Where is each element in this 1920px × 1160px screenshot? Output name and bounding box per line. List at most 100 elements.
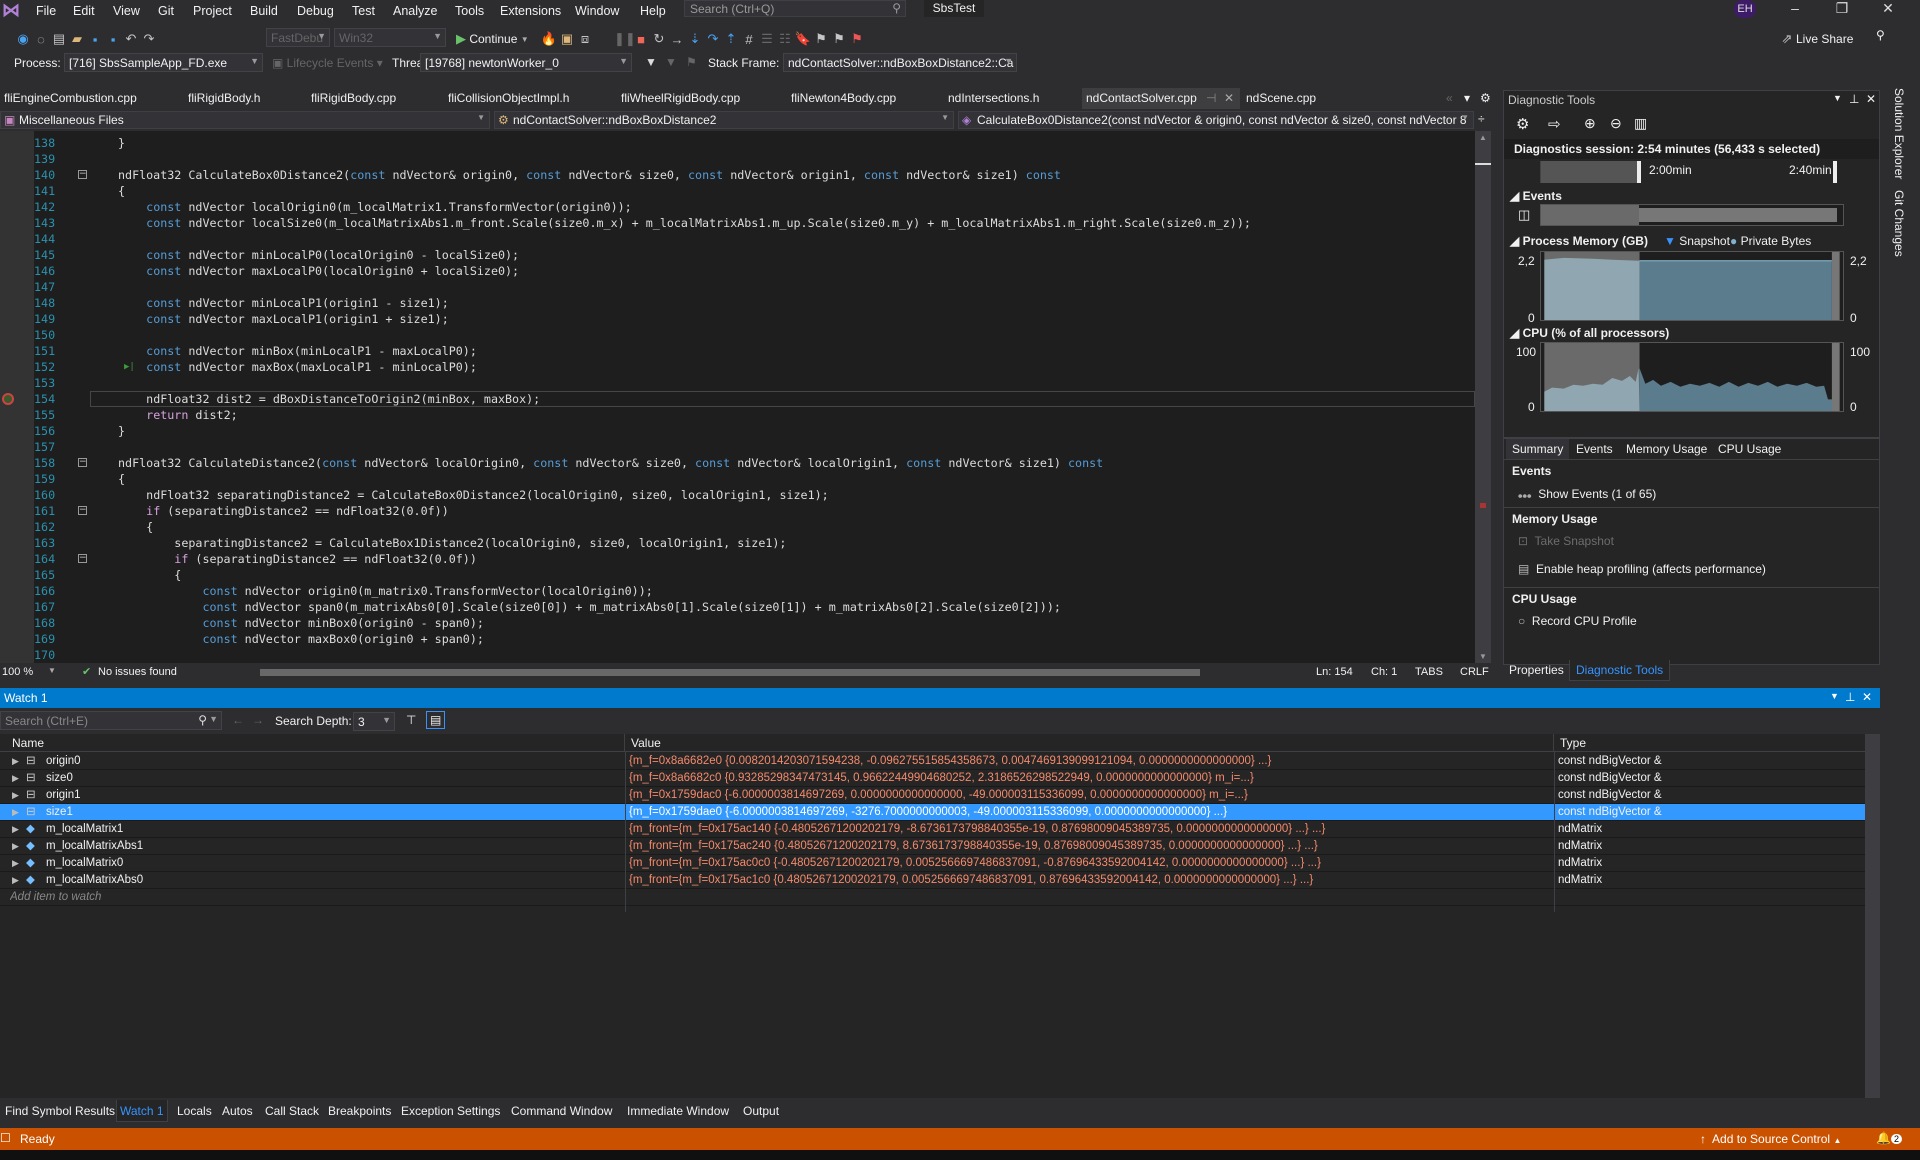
zoom-select[interactable]: 100 % <box>2 666 33 678</box>
prev-bookmark-icon[interactable]: ⚑ <box>812 31 830 47</box>
filter-pin-icon[interactable]: ⊤ <box>406 713 416 727</box>
watch-value[interactable]: {m_front={m_f=0x175ac240 {0.480526712002… <box>629 838 1549 854</box>
tab-ndIntersections-h[interactable]: ndIntersections.h <box>944 88 1043 109</box>
fold-toggle-icon[interactable]: − <box>78 554 87 563</box>
thread-select[interactable]: [19768] newtonWorker_0 ▼ <box>420 53 632 72</box>
code-line[interactable]: 140 − ndFloat32 CalculateBox0Distance2(con… <box>0 167 1475 183</box>
notifications-button[interactable]: 🔔 2 <box>1876 1131 1902 1145</box>
scope-dropdown[interactable]: ⚙ ndContactSolver::ndBoxBoxDistance2 ▼ <box>494 111 954 129</box>
events-track[interactable] <box>1540 204 1844 226</box>
code-line[interactable]: 159 { <box>0 471 1475 487</box>
code-line[interactable]: 164 − if (separatingDistance2 == ndFloat3… <box>0 551 1475 567</box>
scroll-up-icon[interactable]: ▲ <box>1479 133 1487 142</box>
expand-arrow-icon[interactable]: ▶ <box>12 787 19 803</box>
redo-icon[interactable]: ↷ <box>140 31 158 47</box>
code-line[interactable]: 167 const ndVector span0(m_matrixAbs0[0]… <box>0 599 1475 615</box>
tab-fliEngineCombustion-cpp[interactable]: fliEngineCombustion.cpp <box>0 88 141 109</box>
menu-edit[interactable]: Edit <box>73 4 95 18</box>
window-menu-icon[interactable]: ▼ <box>1830 691 1839 701</box>
tab-exception-settings[interactable]: Exception Settings <box>398 1100 503 1122</box>
menu-file[interactable]: File <box>36 4 56 18</box>
code-line[interactable]: 151 const ndVector minBox(minLocalP1 - m… <box>0 343 1475 359</box>
process-memory-chart[interactable] <box>1540 251 1844 321</box>
code-line[interactable]: 157 <box>0 439 1475 455</box>
breakpoint-current-icon[interactable] <box>2 393 14 405</box>
watch-name[interactable]: m_localMatrixAbs1 <box>46 838 143 854</box>
selection-start-handle[interactable] <box>1637 161 1641 183</box>
tab-watch-1[interactable]: Watch 1 <box>116 1100 168 1122</box>
code-line[interactable]: 155 return dist2; <box>0 407 1475 423</box>
settings-icon[interactable]: ⚙ <box>1476 88 1495 109</box>
code-editor[interactable]: 138} 139 140− ndFloat32 CalculateBox0Distan… <box>0 131 1475 663</box>
chart-options-icon[interactable]: ▥ <box>1634 115 1647 132</box>
tab-events[interactable]: Events <box>1570 439 1619 459</box>
stop-icon[interactable]: ■ <box>632 32 650 47</box>
forward-icon[interactable]: ◌ <box>32 32 50 47</box>
menu-view[interactable]: View <box>113 4 140 18</box>
zoom-in-icon[interactable]: ⊕ <box>1584 115 1596 132</box>
pin-icon[interactable]: ⊥ <box>1845 690 1855 704</box>
menu-build[interactable]: Build <box>250 4 278 18</box>
fold-toggle-icon[interactable]: − <box>78 458 87 467</box>
watch-value[interactable]: {m_f=0x8a6682c0 {0.93285298347473145, 0.… <box>629 770 1549 786</box>
menu-git[interactable]: Git <box>158 4 174 18</box>
pause-icon[interactable]: ❚❚ <box>614 31 636 47</box>
watch-row[interactable]: ▶ ◆ m_localMatrixAbs1 {m_front={m_f=0x175ac… <box>0 838 1865 855</box>
live-share-button[interactable]: ⇗ Live Share <box>1778 28 1854 50</box>
menu-debug[interactable]: Debug <box>297 4 334 18</box>
tab-locals[interactable]: Locals <box>174 1100 215 1122</box>
step-into-icon[interactable]: ⇣ <box>686 31 704 47</box>
tab-ndContactSolver-cpp[interactable]: ndContactSolver.cpp ⊣ ✕ <box>1082 88 1240 109</box>
expand-arrow-icon[interactable]: ▶ <box>12 855 19 871</box>
global-search-input[interactable]: Search (Ctrl+Q) ⚲ <box>684 0 906 17</box>
step-out-icon[interactable]: ⇡ <box>722 31 740 47</box>
close-window-icon[interactable]: ✕ <box>1868 0 1908 18</box>
take-snapshot-button[interactable]: ⊡ Take Snapshot <box>1518 534 1614 548</box>
watch-name[interactable]: size1 <box>46 804 73 820</box>
code-line[interactable]: 138} <box>0 135 1475 151</box>
next-bookmark-icon[interactable]: ⚑ <box>830 31 848 47</box>
restore-icon[interactable]: ❐ <box>1822 0 1862 18</box>
code-line[interactable]: 166 const ndVector origin0(m_matrix0.Tra… <box>0 583 1475 599</box>
line-ending-indicator[interactable]: CRLF <box>1460 666 1489 678</box>
record-cpu-profile-button[interactable]: ○ Record CPU Profile <box>1518 614 1637 628</box>
code-line[interactable]: 146 const ndVector maxLocalP0(localOrigi… <box>0 263 1475 279</box>
watch-value[interactable]: {m_f=0x8a6682e0 {0.0082014203071594238, … <box>629 753 1549 769</box>
code-line[interactable]: 170 <box>0 647 1475 663</box>
expand-arrow-icon[interactable]: ▶ <box>12 821 19 837</box>
tab-find-symbol-results[interactable]: Find Symbol Results <box>2 1100 118 1122</box>
scroll-thumb[interactable] <box>260 669 1200 676</box>
add-to-source-control-button[interactable]: ↑ Add to Source Control ▲ <box>1700 1132 1841 1146</box>
watch-value[interactable]: {m_front={m_f=0x175ac1c0 {0.480526712002… <box>629 872 1549 888</box>
step-over-icon[interactable]: ↷ <box>704 31 722 47</box>
code-line[interactable]: 148 const ndVector minLocalP1(origin1 - … <box>0 295 1475 311</box>
watch-name[interactable]: origin0 <box>46 753 81 769</box>
watch-name[interactable]: origin1 <box>46 787 81 803</box>
watch-name[interactable]: m_localMatrix1 <box>46 821 123 837</box>
find-file-icon[interactable]: ▣ <box>558 31 576 47</box>
process-select[interactable]: [716] SbsSampleApp_FD.exe ▼ <box>64 53 263 72</box>
show-next-statement-icon[interactable]: → <box>668 32 686 47</box>
uncomment-icon[interactable]: ☷ <box>776 31 794 47</box>
tab-diagnostic-tools[interactable]: Diagnostic Tools <box>1569 660 1671 681</box>
forward-arrow-icon[interactable]: → <box>252 713 264 727</box>
fold-toggle-icon[interactable]: − <box>78 170 87 179</box>
user-avatar[interactable]: EH <box>1734 0 1756 18</box>
column-divider[interactable] <box>625 752 626 912</box>
tab-call-stack[interactable]: Call Stack <box>262 1100 322 1122</box>
code-line[interactable]: 145 const ndVector minLocalP0(localOrigi… <box>0 247 1475 263</box>
watch-name[interactable]: m_localMatrix0 <box>46 855 123 871</box>
add-watch-row[interactable]: Add item to watch <box>0 889 1865 906</box>
platform-select[interactable]: Win32 ▼ <box>334 28 446 47</box>
watch-value[interactable]: {m_front={m_f=0x175ac0c0 {-0.48052671200… <box>629 855 1549 871</box>
watch-search-input[interactable]: Search (Ctrl+E) ⚲ ▼ <box>0 711 222 730</box>
watch-vertical-scrollbar[interactable] <box>1865 734 1880 1098</box>
code-line[interactable]: 163 separatingDistance2 = CalculateBox1D… <box>0 535 1475 551</box>
tab-fliCollisionObjectImpl-h[interactable]: fliCollisionObjectImpl.h <box>444 88 573 109</box>
bookmark-icon[interactable]: 🔖 <box>794 31 812 47</box>
close-watch-icon[interactable]: ✕ <box>1862 690 1872 704</box>
code-line[interactable]: 150 <box>0 327 1475 343</box>
code-line[interactable]: 139 <box>0 151 1475 167</box>
fold-toggle-icon[interactable]: − <box>78 506 87 515</box>
tab-autos[interactable]: Autos <box>219 1100 256 1122</box>
